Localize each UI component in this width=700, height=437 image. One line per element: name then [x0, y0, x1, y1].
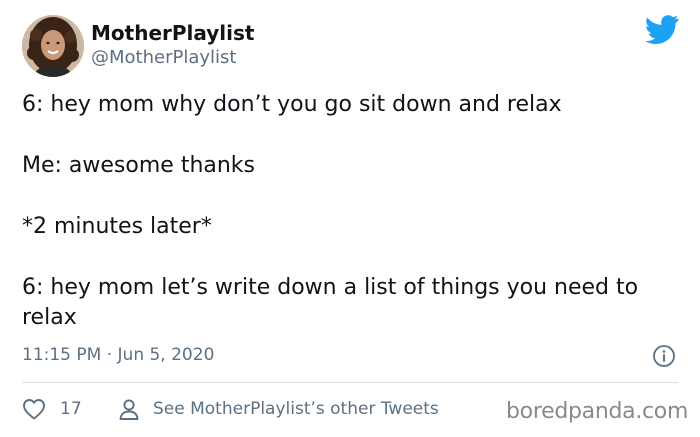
- tweet-text: 6: hey mom why don’t you go sit down and…: [22, 90, 682, 333]
- author-display-name[interactable]: MotherPlaylist: [91, 21, 254, 45]
- tweet-line: *2 minutes later*: [22, 214, 212, 239]
- tweet-card: MotherPlaylist @MotherPlaylist 6: hey mo…: [0, 0, 700, 437]
- person-icon[interactable]: [118, 398, 140, 422]
- see-other-tweets-link[interactable]: See MotherPlaylist’s other Tweets: [153, 397, 439, 421]
- tweet-line: 6: hey mom let’s write down a list of th…: [22, 275, 639, 330]
- tweet-timestamp[interactable]: 11:15 PM · Jun 5, 2020: [22, 343, 214, 367]
- watermark: boredpanda.com: [506, 399, 689, 424]
- tweet-line: 6: hey mom why don’t you go sit down and…: [22, 92, 562, 117]
- info-icon[interactable]: [652, 344, 676, 368]
- heart-icon[interactable]: [22, 398, 46, 420]
- author-handle[interactable]: @MotherPlaylist: [91, 47, 236, 69]
- avatar-image: [22, 15, 84, 77]
- twitter-bird-icon[interactable]: [645, 14, 679, 45]
- tweet-line: Me: awesome thanks: [22, 153, 256, 178]
- like-count[interactable]: 17: [60, 397, 82, 421]
- divider: [22, 382, 678, 383]
- avatar[interactable]: [22, 15, 84, 77]
